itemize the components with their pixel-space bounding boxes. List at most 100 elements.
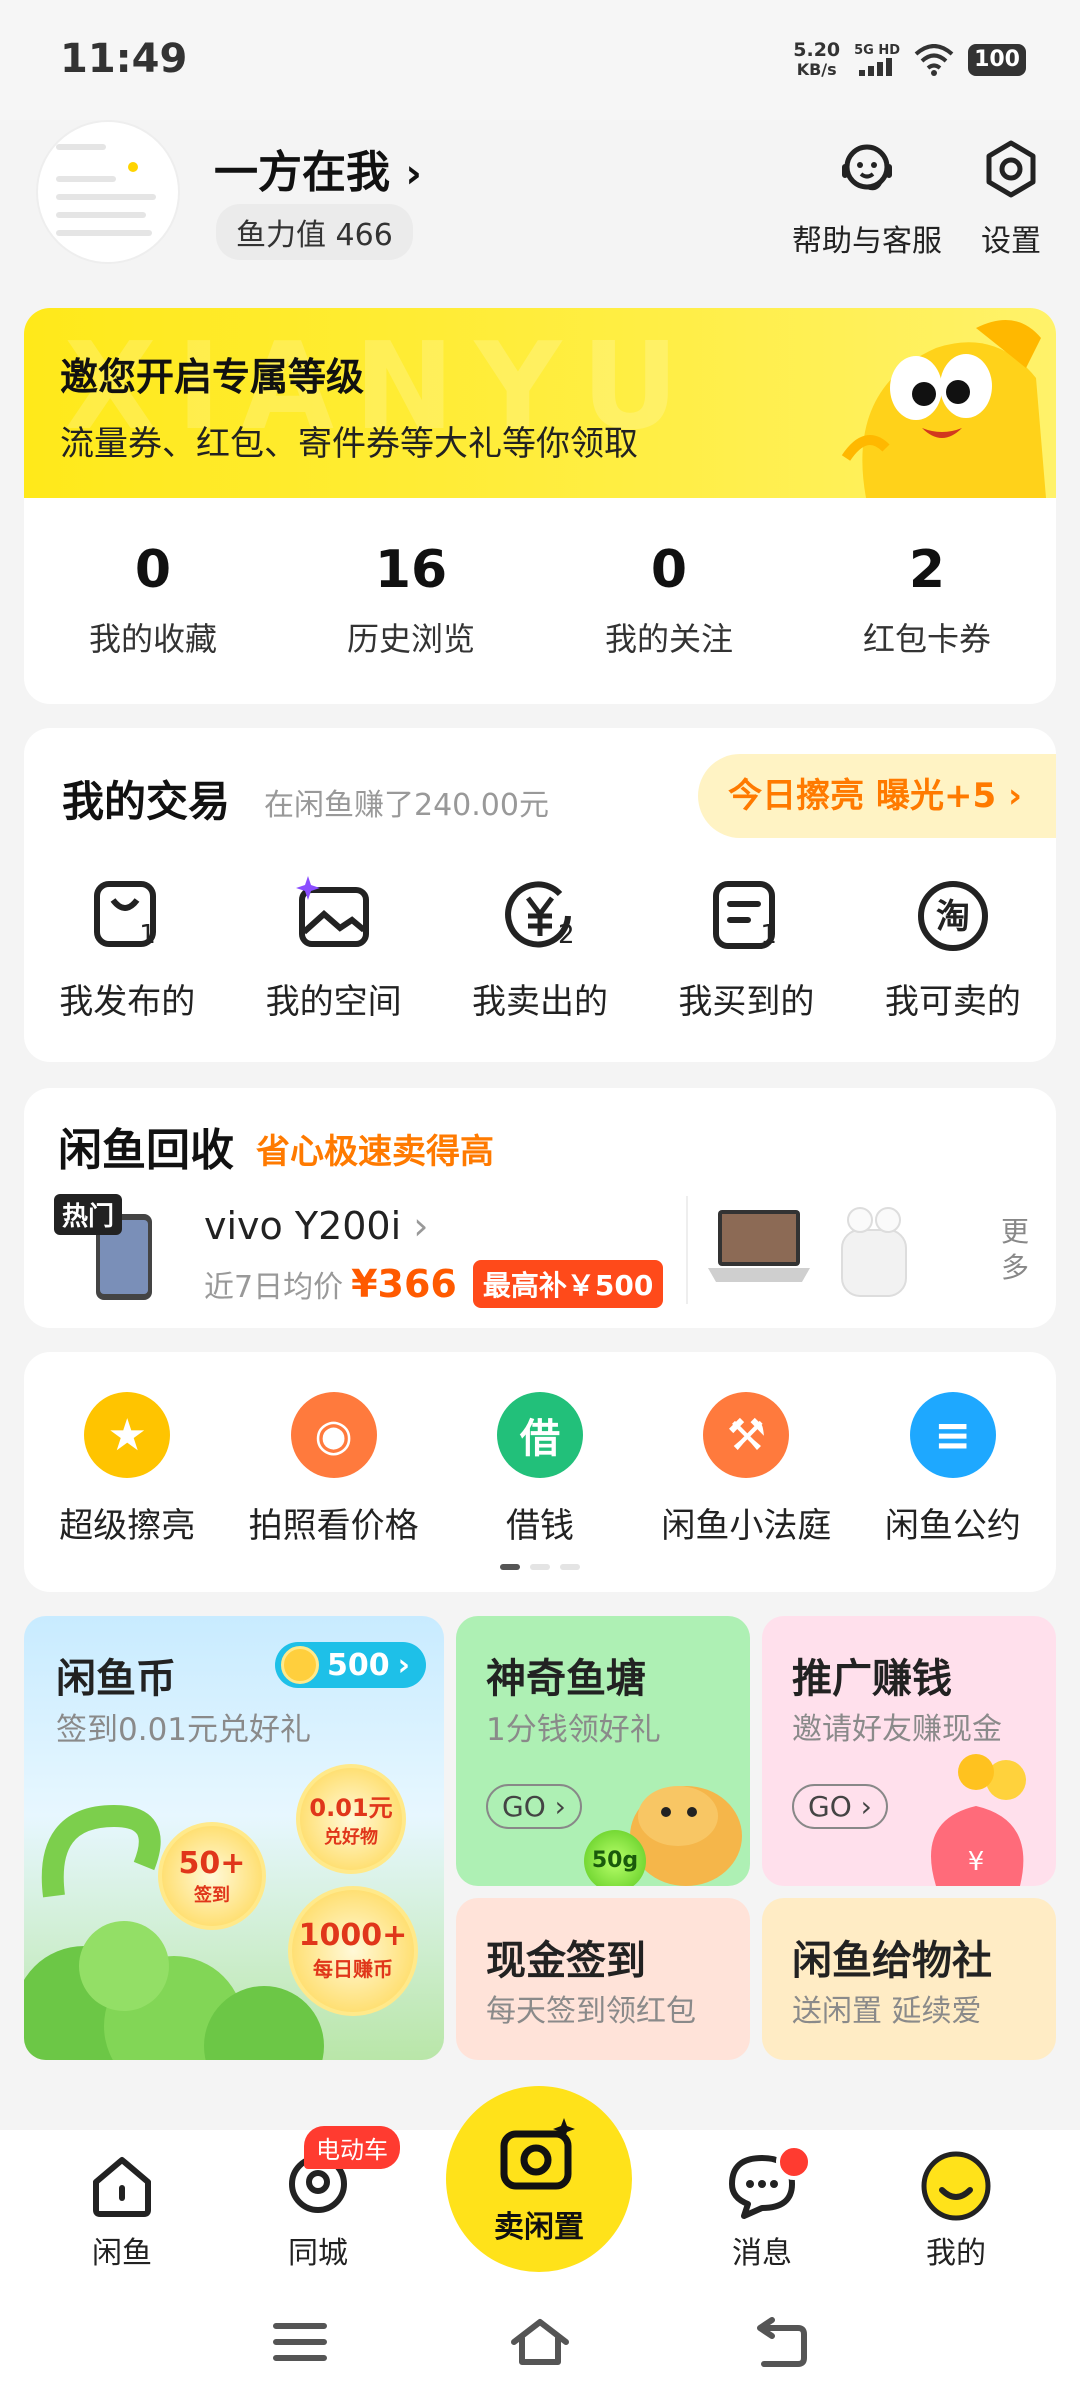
signal-icon: 5G HD — [854, 44, 900, 76]
page-indicator — [24, 1564, 1056, 1570]
money-bag-illustration: ¥ — [931, 1754, 1026, 1886]
recycle-card: 闲鱼回收 省心极速卖得高 热门 vivo Y200i › 近7日均价 ¥366 … — [24, 1088, 1056, 1328]
coin-icon — [281, 1646, 319, 1684]
stat-label: 红包卡券 — [862, 620, 991, 658]
cash-title: 现金签到 — [486, 1938, 646, 1984]
stat-favorites[interactable]: 0 我的收藏 — [24, 498, 282, 698]
chevron-right-icon: › — [397, 1647, 410, 1683]
trade-title: 我的交易 — [62, 777, 231, 826]
chevron-right-icon: › — [405, 151, 422, 197]
reward-2-value: 50+ — [178, 1846, 246, 1881]
trade-space[interactable]: 我的空间 — [230, 876, 436, 1023]
fish-power-badge[interactable]: 鱼力值 466 — [216, 204, 413, 260]
coin-balance: 500 — [327, 1647, 390, 1683]
city-promo-badge: 电动车 — [304, 2126, 400, 2169]
hot-badge: 热门 — [54, 1194, 123, 1235]
bottom-nav: 闲鱼 同城 电动车 卖闲置 消息 我的 — [0, 2086, 1080, 2280]
tool-label: 借钱 — [506, 1506, 575, 1546]
battery-icon: 100 — [968, 44, 1026, 76]
gift-tile[interactable]: 闲鱼给物社 送闲置 延续爱 — [762, 1898, 1056, 2060]
avatar[interactable] — [36, 120, 180, 264]
tool-court[interactable]: ⚒ 闲鱼小法庭 — [643, 1392, 849, 1547]
tool-label: 闲鱼小法庭 — [661, 1506, 832, 1546]
nav-label: 消息 — [732, 2236, 792, 2271]
menu-icon[interactable] — [268, 2314, 332, 2370]
sell-button[interactable]: 卖闲置 — [446, 2086, 632, 2272]
signal-label: 5G HD — [854, 43, 901, 58]
pond-go-button[interactable]: GO › — [486, 1784, 582, 1829]
polish-button[interactable]: 今日擦亮 曝光+5 › — [698, 754, 1056, 838]
stat-coupons[interactable]: 2 红包卡券 — [798, 498, 1056, 698]
settings-button[interactable]: 设置 — [976, 134, 1046, 260]
trade-sellable[interactable]: 淘 我可卖的 — [850, 876, 1056, 1023]
help-button[interactable]: 帮助与客服 — [792, 134, 942, 260]
system-nav-bar — [0, 2280, 1080, 2408]
promo-tile[interactable]: 推广赚钱 邀请好友赚现金 GO › ¥ — [762, 1616, 1056, 1886]
svg-text:淘: 淘 — [936, 897, 970, 937]
recycle-model[interactable]: vivo Y200i › — [204, 1204, 428, 1248]
gavel-icon: ⚒ — [703, 1392, 790, 1478]
price-value: ¥366 — [351, 1262, 457, 1306]
tool-label: 超级擦亮 — [59, 1506, 196, 1546]
divider — [686, 1196, 688, 1304]
price-label: 近7日均价 — [204, 1270, 344, 1305]
level-banner[interactable]: XIANYU 邀您开启专属等级 流量券、红包、寄件券等大礼等你领取 — [24, 308, 1056, 498]
trade-label: 我卖出的 — [472, 982, 609, 1022]
pond-tile[interactable]: 神奇鱼塘 1分钱领好礼 GO › 50g — [456, 1616, 750, 1886]
gift-title: 闲鱼给物社 — [792, 1938, 992, 1984]
stat-following[interactable]: 0 我的关注 — [540, 498, 798, 698]
headset-icon — [842, 144, 892, 191]
net-speed-value: 5.20 — [793, 39, 841, 61]
promo-go-button[interactable]: GO › — [792, 1784, 888, 1829]
max-subsidy-badge: 最高补￥500 — [472, 1260, 664, 1308]
stat-label: 历史浏览 — [346, 620, 475, 658]
gift-subtitle: 送闲置 延续爱 — [792, 1994, 982, 2029]
coin-balance-badge[interactable]: 500 › — [275, 1642, 426, 1688]
coin-subtitle: 签到0.01元兑好礼 — [56, 1712, 312, 1748]
stats-row: 0 我的收藏 16 历史浏览 0 我的关注 2 红包卡券 — [24, 498, 1056, 698]
laptop-image[interactable] — [704, 1202, 814, 1302]
trade-bought[interactable]: 1 我买到的 — [643, 876, 849, 1023]
image-space-icon — [295, 876, 369, 947]
nav-label: 闲鱼 — [92, 2236, 152, 2271]
stat-history[interactable]: 16 历史浏览 — [282, 498, 540, 698]
reward-3-value: 1000+ — [298, 1918, 408, 1953]
home-nav-icon[interactable] — [508, 2314, 572, 2370]
earbuds-image[interactable] — [832, 1200, 916, 1304]
wifi-icon — [914, 44, 954, 76]
camera-sparkle-icon — [500, 2118, 575, 2190]
camera-icon: ◉ — [290, 1392, 377, 1478]
profile-header: 一方在我 › 鱼力值 466 帮助与客服 设置 — [0, 120, 1080, 300]
trade-sold[interactable]: 2 我卖出的 — [437, 876, 643, 1023]
reward-bubble-3: 1000+ 每日赚币 — [288, 1886, 418, 2016]
tool-photo-price[interactable]: ◉ 拍照看价格 — [230, 1392, 436, 1547]
tool-convention[interactable]: ≡ 闲鱼公约 — [850, 1392, 1056, 1547]
tool-label: 闲鱼公约 — [884, 1506, 1021, 1546]
username[interactable]: 一方在我 › — [214, 136, 422, 200]
back-icon[interactable] — [748, 2314, 812, 2370]
recycle-title: 闲鱼回收 — [58, 1125, 234, 1176]
help-label: 帮助与客服 — [792, 224, 942, 259]
pond-bubble: 50g — [584, 1830, 646, 1886]
nav-messages[interactable]: 消息 — [692, 2150, 832, 2272]
tool-label: 拍照看价格 — [248, 1506, 419, 1546]
home-icon — [93, 2157, 151, 2217]
fish-mascot-icon — [841, 320, 1046, 498]
trade-badge: 1 — [760, 920, 777, 950]
trade-label: 我的空间 — [265, 982, 402, 1022]
nav-home[interactable]: 闲鱼 — [52, 2150, 192, 2272]
stat-label: 我的关注 — [604, 620, 733, 658]
nav-label: 同城 — [288, 2236, 348, 2271]
trade-actions: 1 我发布的 我的空间 2 我卖出的 1 我买到的 淘 我可卖的 — [24, 876, 1056, 1023]
trade-published[interactable]: 1 我发布的 — [24, 876, 230, 1023]
gear-icon — [986, 140, 1036, 198]
coin-tile[interactable]: 闲鱼币 签到0.01元兑好礼 500 › 0.01元 兑好物 50+ 签到 10… — [24, 1616, 444, 2060]
reward-bubble-1: 0.01元 兑好物 — [296, 1764, 406, 1874]
tool-super-polish[interactable]: ★ 超级擦亮 — [24, 1392, 230, 1547]
chevron-right-icon: › — [1007, 776, 1022, 816]
cash-tile[interactable]: 现金签到 每天签到领红包 — [456, 1898, 750, 2060]
more-button[interactable]: 更多 — [998, 1214, 1032, 1286]
smiley-profile-icon — [921, 2151, 991, 2221]
nav-mine[interactable]: 我的 — [886, 2150, 1026, 2272]
tool-loan[interactable]: 借 借钱 — [437, 1392, 643, 1547]
